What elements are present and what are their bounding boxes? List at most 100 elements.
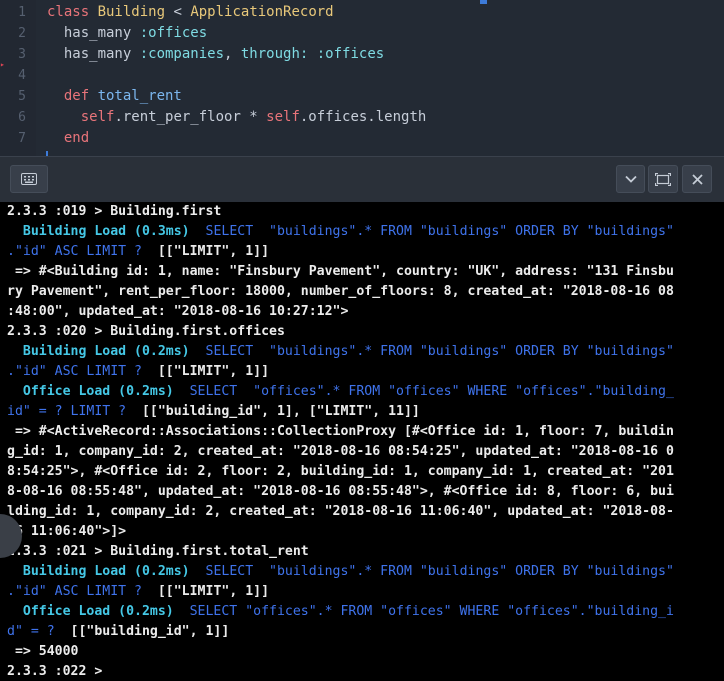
- code-line[interactable]: has_many :companies, through: :offices: [47, 44, 384, 65]
- terminal-text: 2.3.3 :022 >: [7, 664, 111, 679]
- code-token: self: [47, 109, 115, 125]
- editor-scrollbar-thumb[interactable]: [480, 0, 487, 4]
- keyboard-toggle-button[interactable]: [10, 165, 48, 193]
- line-number-gutter: 1234567: [0, 0, 36, 156]
- terminal-text: g_id: 1, company_id: 2, created_at: "201…: [7, 444, 674, 459]
- code-token: class: [47, 4, 98, 20]
- code-token: has_many: [47, 25, 140, 41]
- code-token: ,: [224, 46, 241, 62]
- line-number: 2: [18, 26, 26, 41]
- terminal-line: ."id" ASC LIMIT ? [["LIMIT", 1]]: [7, 242, 269, 262]
- terminal-line: ."id" ASC LIMIT ? [["LIMIT", 1]]: [7, 582, 269, 602]
- code-token: through:: [240, 46, 309, 62]
- terminal-line: Building Load (0.2ms) SELECT "buildings"…: [7, 342, 674, 362]
- terminal-text: Building Load (0.3ms): [7, 224, 190, 239]
- code-token: has_many: [47, 46, 140, 62]
- terminal-text: lding_id: 1, company_id: 2, created_at: …: [7, 504, 674, 519]
- terminal-line: => #<ActiveRecord::Associations::Collect…: [7, 422, 674, 442]
- terminal-text: 8-08-16 08:55:48", updated_at: "2018-08-…: [7, 484, 674, 499]
- terminal-text: => #<ActiveRecord::Associations::Collect…: [7, 424, 674, 439]
- terminal-line: 8-08-16 08:55:48", updated_at: "2018-08-…: [7, 482, 674, 502]
- terminal-text: d" = ?: [7, 624, 55, 639]
- code-token: <: [165, 4, 191, 20]
- terminal-output[interactable]: 2.3.3 :019 > Building.first Building Loa…: [0, 202, 724, 681]
- code-token: Building: [97, 4, 166, 20]
- line-number: 6: [18, 110, 26, 125]
- terminal-text: SELECT "offices".* FROM "offices" WHERE …: [173, 604, 674, 619]
- code-token: total_rent: [97, 88, 182, 104]
- terminal-line: :48:00", updated_at: "2018-08-16 10:27:1…: [7, 302, 348, 322]
- chevron-down-icon: [624, 175, 637, 183]
- terminal-line: => 54000: [7, 642, 79, 662]
- code-token: .offices.length: [299, 109, 427, 125]
- line-number: 5: [18, 89, 26, 104]
- terminal-text: [["LIMIT", 1]]: [141, 364, 270, 379]
- terminal-line: 8:54:25">, #<Office id: 2, floor: 2, bui…: [7, 462, 674, 482]
- terminal-text: [["building_id", 1], ["LIMIT", 11]]: [126, 404, 420, 419]
- code-line[interactable]: end: [47, 128, 89, 149]
- terminal-text: SELECT "buildings".* FROM "buildings" OR…: [189, 564, 674, 579]
- code-line[interactable]: class Building < ApplicationRecord: [47, 2, 334, 23]
- terminal-text: ry Pavement", rent_per_floor: 18000, num…: [7, 284, 674, 299]
- terminal-text: Office Load (0.2ms): [7, 604, 174, 619]
- terminal-line: Building Load (0.2ms) SELECT "buildings"…: [7, 562, 674, 582]
- terminal-line: id" = ? LIMIT ? [["building_id", 1], ["L…: [7, 402, 420, 422]
- terminal-line: Office Load (0.2ms) SELECT "offices".* F…: [7, 382, 674, 402]
- line-number: 7: [18, 131, 26, 146]
- code-token: :companies: [139, 46, 225, 62]
- terminal-line: Office Load (0.2ms) SELECT "offices".* F…: [7, 602, 674, 622]
- code-line[interactable]: has_many :offices: [47, 23, 207, 44]
- terminal-text: id" = ? LIMIT ?: [7, 404, 127, 419]
- terminal-text: :48:00", updated_at: "2018-08-16 10:27:1…: [7, 304, 349, 319]
- terminal-text: SELECT "buildings".* FROM "buildings" OR…: [189, 344, 674, 359]
- terminal-line: ry Pavement", rent_per_floor: 18000, num…: [7, 282, 674, 302]
- terminal-line: 16 11:06:40">]>: [7, 522, 126, 542]
- terminal-text: 2.3.3 :019 > Building.first: [7, 204, 222, 219]
- terminal-text: Building Load (0.2ms): [7, 564, 190, 579]
- code-token: end: [47, 130, 90, 146]
- terminal-text: 16 11:06:40">]>: [7, 524, 127, 539]
- code-token: self: [266, 109, 300, 125]
- terminal-text: => #<Building id: 1, name: "Finsbury Pav…: [7, 264, 674, 279]
- terminal-text: ."id" ASC LIMIT ?: [7, 584, 142, 599]
- code-editor[interactable]: 1234567 ▸ class Building < ApplicationRe…: [0, 0, 724, 156]
- terminal-line: d" = ? [["building_id", 1]]: [7, 622, 229, 642]
- terminal-line: g_id: 1, company_id: 2, created_at: "201…: [7, 442, 674, 462]
- code-token: :offices: [316, 46, 385, 62]
- code-line[interactable]: self.rent_per_floor * self.offices.lengt…: [47, 107, 427, 128]
- terminal-text: SELECT "offices".* FROM "offices" WHERE …: [173, 384, 674, 399]
- breakpoint-marker: ▸: [0, 60, 5, 69]
- code-token: .rent_per_floor *: [114, 109, 267, 125]
- code-token: def: [47, 88, 98, 104]
- code-token: ApplicationRecord: [190, 4, 334, 20]
- code-token: :offices: [139, 25, 208, 41]
- maximize-icon: [655, 172, 671, 186]
- terminal-text: Office Load (0.2ms): [7, 384, 174, 399]
- terminal-line: lding_id: 1, company_id: 2, created_at: …: [7, 502, 674, 522]
- terminal-line: 2.3.3 :021 > Building.first.total_rent: [7, 542, 309, 562]
- terminal-text: => 54000: [7, 644, 79, 659]
- terminal-line: 2.3.3 :019 > Building.first: [7, 202, 221, 222]
- close-panel-button[interactable]: [682, 165, 712, 193]
- terminal-line: 2.3.3 :020 > Building.first.offices: [7, 322, 285, 342]
- terminal-line: => #<Building id: 1, name: "Finsbury Pav…: [7, 262, 674, 282]
- terminal-text: SELECT "buildings".* FROM "buildings" OR…: [189, 224, 674, 239]
- terminal-text: 2.3.3 :021 > Building.first.total_rent: [7, 544, 309, 559]
- terminal-line: 2.3.3 :022 >: [7, 662, 110, 681]
- terminal-text: [["LIMIT", 1]]: [141, 244, 270, 259]
- code-line[interactable]: def total_rent: [47, 86, 182, 107]
- maximize-panel-button[interactable]: [648, 165, 678, 193]
- terminal-text: 2.3.3 :020 > Building.first.offices: [7, 324, 285, 339]
- terminal-text: 8:54:25">, #<Office id: 2, floor: 2, bui…: [7, 464, 674, 479]
- terminal-text: [["building_id", 1]]: [54, 624, 230, 639]
- terminal-text: Building Load (0.2ms): [7, 344, 190, 359]
- terminal-toolbar: [0, 156, 724, 202]
- terminal-text: ."id" ASC LIMIT ?: [7, 364, 142, 379]
- close-icon: [691, 173, 703, 185]
- terminal-text: ."id" ASC LIMIT ?: [7, 244, 142, 259]
- keyboard-icon: [21, 173, 37, 185]
- collapse-panel-button[interactable]: [616, 165, 645, 193]
- terminal-line: Building Load (0.3ms) SELECT "buildings"…: [7, 222, 674, 242]
- line-number: 1: [18, 5, 26, 20]
